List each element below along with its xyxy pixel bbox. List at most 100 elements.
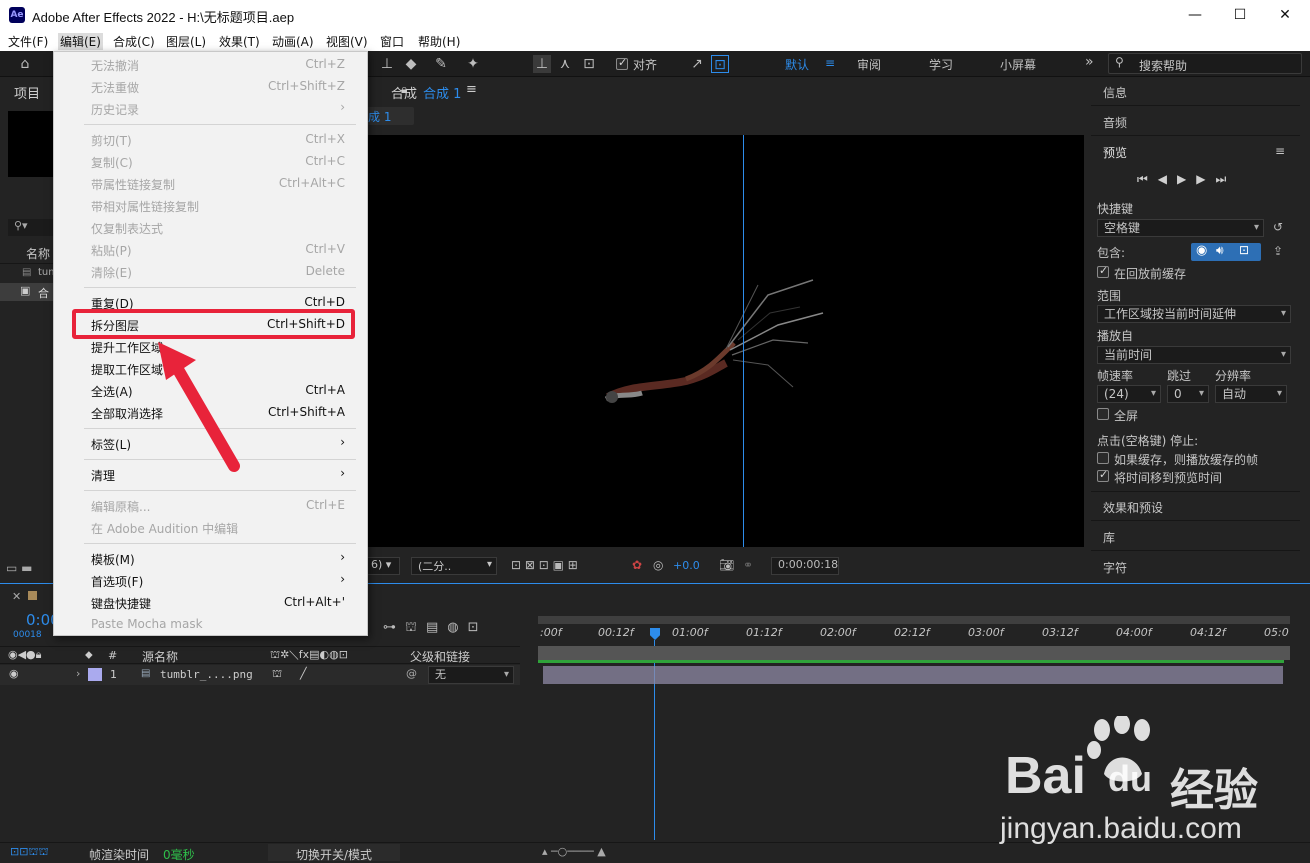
source-name-column[interactable]: 源名称: [142, 648, 178, 665]
audio-panel-tab[interactable]: 音频: [1103, 114, 1127, 131]
if-cached-checkbox[interactable]: [1097, 452, 1109, 464]
shy-switch-icon[interactable]: ⛫: [272, 667, 282, 682]
parent-column[interactable]: 父级和链接: [410, 648, 470, 665]
puppet-pin-icon[interactable]: ✦: [464, 55, 482, 73]
workspace-default[interactable]: 默认: [785, 56, 809, 73]
menu-item-edit-original[interactable]: 编辑原稿... Ctrl+E: [91, 495, 345, 517]
character-panel-tab[interactable]: 字符: [1103, 559, 1127, 576]
menu-item-redo[interactable]: 无法重做 Ctrl+Shift+Z: [91, 76, 345, 98]
axis-view-icon[interactable]: ⊡: [580, 55, 598, 73]
audio-speaker-icon[interactable]: 🔊︎: [1216, 243, 1224, 258]
video-eye-icon[interactable]: ◉: [1196, 243, 1207, 258]
overlay-icon[interactable]: ⊡: [1239, 243, 1249, 257]
close-button[interactable]: ✕: [1270, 4, 1300, 26]
work-area-bar[interactable]: [538, 616, 1290, 624]
axis-world-icon[interactable]: ⋏: [556, 55, 574, 73]
menu-view[interactable]: 视图(V): [326, 33, 368, 50]
comp-tab-name[interactable]: 合成 1: [423, 83, 461, 102]
cache-before-checkbox[interactable]: [1097, 264, 1109, 278]
info-panel-tab[interactable]: 信息: [1103, 84, 1127, 101]
search-help-box[interactable]: ⚲ 搜索帮助: [1108, 53, 1302, 74]
name-column-header[interactable]: 名称: [26, 245, 50, 262]
menu-item-paste-mocha-mask[interactable]: Paste Mocha mask: [91, 614, 345, 636]
layer-label-color[interactable]: [88, 668, 102, 681]
eraser-tool-icon[interactable]: ◆: [402, 55, 420, 73]
fast-preview-icon[interactable]: ⊡ ⊠ ⊡ ▣ ⊞: [511, 558, 578, 572]
exposure-value[interactable]: +0.0: [673, 559, 700, 572]
project-item-comp-row[interactable]: ▣ 合: [0, 283, 53, 301]
menu-window[interactable]: 窗口: [380, 33, 404, 50]
quality-switch-icon[interactable]: ╱: [300, 667, 307, 680]
comp-breadcrumb[interactable]: 成 1: [366, 107, 414, 125]
workspace-learn[interactable]: 学习: [929, 56, 953, 73]
snap-feather-icon[interactable]: ↗: [688, 55, 706, 73]
parent-select[interactable]: 无 ▾: [428, 666, 514, 684]
menu-item-history[interactable]: 历史记录 ›: [91, 98, 345, 120]
show-snapshot-icon[interactable]: ⚭: [743, 558, 753, 572]
preview-panel-tab[interactable]: 预览: [1103, 144, 1127, 161]
work-area-range[interactable]: [538, 646, 1290, 660]
menu-item-edit-in-audition[interactable]: 在 Adobe Audition 中编辑: [91, 517, 345, 539]
toggle-switches-modes[interactable]: 切换开关/模式: [268, 844, 400, 862]
fps-select[interactable]: (24) ▾: [1097, 385, 1161, 403]
expand-chevron-icon[interactable]: ›: [76, 667, 80, 680]
color-channel-icon[interactable]: ✿: [632, 558, 642, 572]
zoom-out-icon[interactable]: ▴ ─○──── ▲: [542, 845, 606, 858]
play-from-select[interactable]: 当前时间 ▾: [1097, 346, 1291, 364]
av-switch-icons[interactable]: ◉◀●🔒︎: [8, 648, 42, 662]
range-select[interactable]: 工作区域按当前时间延伸 ▾: [1097, 305, 1291, 323]
project-tab[interactable]: 项目: [14, 83, 40, 102]
skip-select[interactable]: 0 ▾: [1167, 385, 1209, 403]
resolution-select[interactable]: (二分.. ▾: [411, 557, 497, 575]
axis-local-icon[interactable]: ⊥: [533, 55, 551, 73]
menu-edit[interactable]: 编辑(E): [58, 33, 103, 50]
menu-item-paste[interactable]: 粘贴(P) Ctrl+V: [91, 239, 345, 261]
menu-animation[interactable]: 动画(A): [272, 33, 314, 50]
menu-effect[interactable]: 效果(T): [219, 33, 260, 50]
menu-item-templates[interactable]: 模板(M) ›: [91, 548, 345, 570]
label-icon[interactable]: ⬥: [85, 648, 93, 662]
layer-switches-icons[interactable]: ⛫✲⟍fx▤◐◍⊡: [270, 648, 348, 663]
resolution-select[interactable]: 自动 ▾: [1215, 385, 1287, 403]
menu-item-copy-expression-only[interactable]: 仅复制表达式: [91, 217, 345, 239]
pickwhip-icon[interactable]: @: [406, 667, 417, 680]
effects-panel-tab[interactable]: 效果和预设: [1103, 499, 1163, 516]
exposure-reset-icon[interactable]: ◎: [653, 558, 663, 572]
menu-item-undo[interactable]: 无法撤消 Ctrl+Z: [91, 54, 345, 76]
library-panel-tab[interactable]: 库: [1103, 529, 1115, 546]
snap-checkbox[interactable]: [616, 56, 628, 70]
layer-duration-bar[interactable]: [543, 666, 1283, 684]
menu-item-keyboard-shortcuts[interactable]: 键盘快捷键 Ctrl+Alt+': [91, 592, 345, 614]
snapshot-icon[interactable]: 📷︎: [719, 558, 734, 572]
preview-menu-icon[interactable]: ≡: [1275, 144, 1285, 158]
playback-controls[interactable]: ⏮◀▶▶⏭: [1137, 172, 1236, 187]
snap-target-icon[interactable]: ⊡: [711, 55, 729, 73]
timeline-tool-icons[interactable]: ⊶⛫▤◍⊡: [383, 620, 487, 637]
menu-item-copy-relative-links[interactable]: 带相对属性链接复制: [91, 195, 345, 217]
layer-name[interactable]: tumblr_....png: [160, 668, 253, 681]
roto-brush-icon[interactable]: ✎: [432, 55, 450, 73]
move-time-checkbox[interactable]: [1097, 468, 1109, 482]
menu-item-cut[interactable]: 剪切(T) Ctrl+X: [91, 129, 345, 151]
menu-item-copy-with-property-links[interactable]: 带属性链接复制 Ctrl+Alt+C: [91, 173, 345, 195]
stamp-tool-icon[interactable]: ⊥: [378, 55, 396, 73]
export-icon[interactable]: ⇪: [1273, 244, 1283, 258]
workspace-overflow[interactable]: »: [1085, 54, 1094, 70]
menu-item-clear[interactable]: 清除(E) Delete: [91, 261, 345, 283]
timeline-close-icon[interactable]: ✕: [12, 590, 21, 603]
workspace-menu-icon[interactable]: ≡: [825, 56, 835, 70]
menu-composition[interactable]: 合成(C): [113, 33, 155, 50]
maximize-button[interactable]: ☐: [1225, 4, 1255, 26]
comp-timecode[interactable]: 0:00:00:18: [771, 557, 839, 575]
menu-help[interactable]: 帮助(H): [418, 33, 460, 50]
zoom-select[interactable]: 6) ▾: [366, 557, 400, 575]
project-footer-icons[interactable]: ▭ ▬: [6, 561, 33, 575]
workspace-review[interactable]: 审阅: [857, 56, 881, 73]
workspace-small-screen[interactable]: 小屏幕: [1000, 56, 1036, 73]
footer-icons[interactable]: ⊡⊡⛫⛫: [10, 845, 49, 860]
reset-icon[interactable]: ↺: [1273, 220, 1283, 234]
minimize-button[interactable]: —: [1180, 4, 1210, 26]
home-icon[interactable]: ⌂: [16, 55, 34, 73]
comp-viewer[interactable]: [368, 135, 1084, 547]
include-toggles[interactable]: ◉ 🔊︎ ⊡: [1191, 243, 1261, 261]
